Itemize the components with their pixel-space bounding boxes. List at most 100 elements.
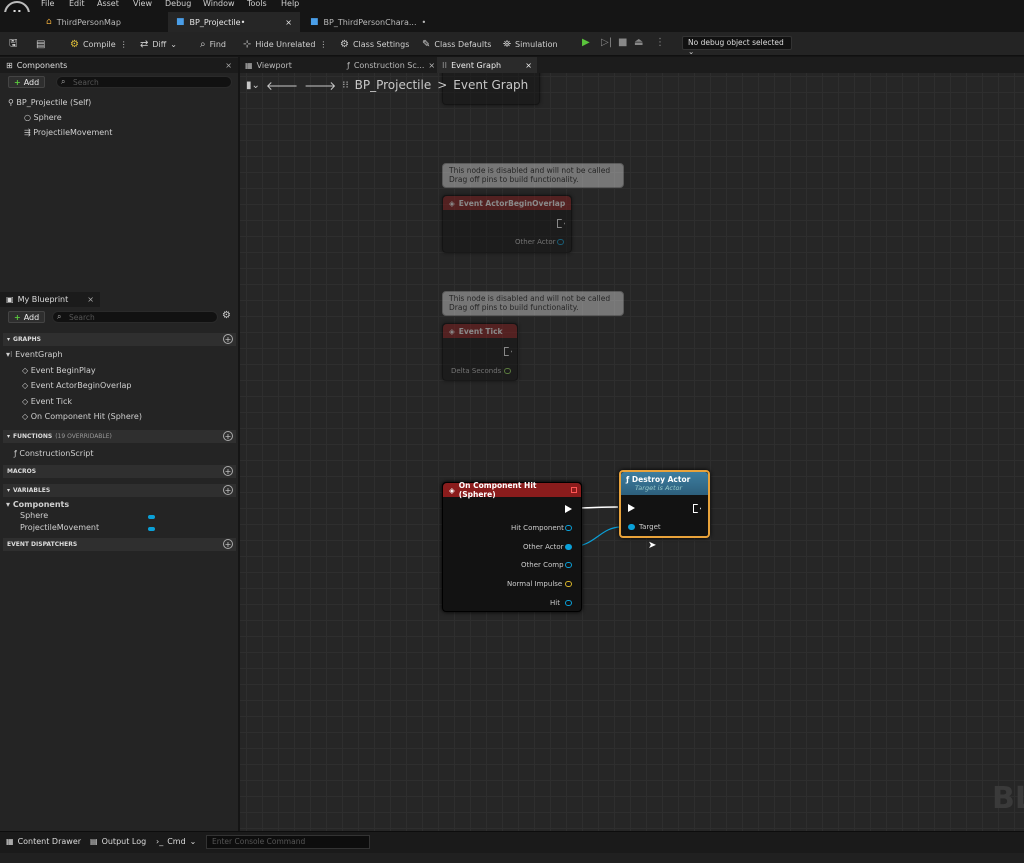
graph-icon: ▾⁝ — [6, 350, 13, 359]
menu-asset[interactable]: Asset — [97, 0, 119, 8]
log-icon: ▤ — [90, 837, 98, 846]
tab-construction-script[interactable]: ƒ Construction Sc... × — [342, 57, 440, 73]
other-actor-pin[interactable] — [565, 544, 572, 550]
tab-event-graph[interactable]: ⁝⁝ Event Graph × — [437, 57, 537, 73]
section-functions[interactable]: ▾ FUNCTIONS (19 OVERRIDABLE) + — [3, 430, 236, 443]
search-icon: ⌕ — [57, 312, 62, 321]
add-graph-icon[interactable]: + — [223, 334, 233, 344]
menu-debug[interactable]: Debug — [165, 0, 191, 8]
add-variable-icon[interactable]: + — [223, 485, 233, 495]
tab-thirdpersonmap[interactable]: ⌂ ThirdPersonMap — [38, 12, 129, 32]
section-event-dispatchers[interactable]: EVENT DISPATCHERS + — [3, 538, 236, 551]
tab-viewport[interactable]: ▦ Viewport — [240, 57, 297, 73]
more-icon[interactable]: ⋮ — [120, 40, 128, 49]
event-icon: ◇ — [22, 412, 29, 421]
variable-sphere[interactable]: Sphere — [20, 511, 48, 520]
object-type-pill — [148, 527, 155, 531]
mouse-cursor-icon: ➤ — [648, 540, 657, 551]
close-icon[interactable]: × — [285, 18, 292, 27]
close-icon[interactable]: × — [525, 61, 532, 70]
variable-projectilemovement[interactable]: ProjectileMovement — [20, 523, 99, 532]
menu-window[interactable]: Window — [203, 0, 235, 8]
exec-out-pin[interactable] — [693, 504, 701, 513]
output-log-button[interactable]: ▤ Output Log — [90, 837, 146, 846]
menu-help[interactable]: Help — [281, 0, 299, 8]
step-icon[interactable]: ▷| — [601, 37, 612, 48]
actor-icon: ⚲ — [8, 98, 14, 107]
hit-result-pin[interactable] — [565, 600, 572, 606]
section-variables[interactable]: ▾ VARIABLES + — [3, 484, 236, 497]
console-input[interactable]: Enter Console Command — [206, 835, 370, 849]
hide-unrelated-button[interactable]: ⊹ Hide Unrelated ⋮ — [243, 37, 327, 51]
tree-item-eventgraph[interactable]: ▾⁝ EventGraph — [6, 350, 63, 359]
play-icon[interactable]: ▶ — [582, 37, 590, 48]
add-dispatcher-icon[interactable]: + — [223, 539, 233, 549]
exec-in-pin[interactable] — [628, 504, 635, 512]
menu-file[interactable]: File — [41, 0, 54, 8]
debug-object-select[interactable]: No debug object selected ⌄ — [682, 36, 792, 56]
section-graphs[interactable]: ▾ GRAPHS + — [3, 333, 236, 346]
node-on-component-hit[interactable]: ◈ On Component Hit (Sphere) Hit Component… — [442, 481, 582, 612]
gear-icon[interactable]: ⚙ — [222, 310, 231, 321]
more-icon[interactable]: ⋮ — [655, 37, 665, 48]
add-component-button[interactable]: + Add — [8, 76, 46, 88]
search-icon: ⌕ — [200, 38, 206, 50]
tab-bp-projectile[interactable]: ■ BP_Projectile• × — [168, 12, 300, 32]
blueprint-icon: ■ — [176, 17, 185, 27]
close-icon[interactable]: × — [87, 295, 94, 304]
close-icon[interactable]: × — [428, 61, 435, 70]
components-search-input[interactable]: ⌕ Search — [56, 76, 232, 88]
node-destroy-actor[interactable]: ƒ Destroy Actor Target is Actor Target — [619, 470, 710, 538]
terminal-icon: ›_ — [156, 837, 164, 846]
chevron-down-icon: ▾ — [7, 433, 11, 440]
target-pin[interactable] — [628, 524, 635, 530]
hit-component-pin[interactable] — [565, 525, 572, 531]
close-icon[interactable]: × — [225, 61, 232, 70]
add-member-button[interactable]: + Add — [8, 311, 46, 323]
add-macro-icon[interactable]: + — [223, 466, 233, 476]
save-button[interactable]: 🖫 — [9, 37, 18, 51]
tree-item-projectilemovement[interactable]: ⇶ ProjectileMovement — [24, 128, 112, 137]
delegate-pin-icon[interactable] — [571, 487, 577, 493]
save-icon: 🖫 — [9, 37, 18, 49]
bookmark-icon[interactable]: ▮⌄ — [246, 80, 260, 91]
event-componenthit[interactable]: ◇ On Component Hit (Sphere) — [22, 412, 142, 421]
event-actorbeginoverlap[interactable]: ◇ Event ActorBeginOverlap — [22, 381, 131, 390]
stop-icon[interactable]: ■ — [618, 37, 627, 48]
class-settings-button[interactable]: ⚙ Class Settings — [340, 37, 409, 51]
compile-button[interactable]: ⚙ Compile ⋮ — [70, 37, 128, 51]
tab-bp-thirdpersoncharacter[interactable]: ■ BP_ThirdPersonChara... • — [302, 12, 434, 32]
cmd-select[interactable]: ›_ Cmd ⌄ — [156, 837, 196, 846]
event-tick[interactable]: ◇ Event Tick — [22, 397, 72, 406]
chevron-down-icon: ▾ — [7, 336, 11, 343]
event-graph-canvas[interactable]: This node is disabled and will not be ca… — [240, 73, 1024, 831]
normal-impulse-pin[interactable] — [565, 581, 572, 587]
diff-button[interactable]: ⇄ Diff ⌄ — [140, 37, 177, 51]
function-icon: ƒ — [14, 449, 17, 458]
graph-tabs: ▦ Viewport ƒ Construction Sc... × ⁝⁝ Event G… — [240, 57, 1024, 73]
tree-item-sphere[interactable]: ○ Sphere — [24, 113, 62, 122]
function-constructionscript[interactable]: ƒ ConstructionScript — [14, 449, 94, 458]
myblueprint-search-input[interactable]: ⌕ Search — [52, 311, 218, 323]
graph-icon: ⁝⁝ — [342, 79, 349, 91]
tree-item-self[interactable]: ⚲ BP_Projectile (Self) — [8, 98, 91, 107]
back-arrow-icon[interactable]: 🡐 — [266, 78, 298, 93]
class-defaults-button[interactable]: ✎ Class Defaults — [422, 37, 491, 51]
menu-edit[interactable]: Edit — [69, 0, 85, 8]
variables-category-components[interactable]: ▾ Components — [6, 500, 69, 509]
forward-arrow-icon[interactable]: 🡒 — [304, 78, 336, 93]
simulation-button[interactable]: ⛯ Simulation — [503, 37, 558, 51]
event-beginplay[interactable]: ◇ Event BeginPlay — [22, 366, 96, 375]
section-macros[interactable]: MACROS + — [3, 465, 236, 478]
menu-view[interactable]: View — [133, 0, 152, 8]
exec-out-pin[interactable] — [565, 505, 572, 513]
breadcrumb: ▮⌄ 🡐 🡒 ⁝⁝ BP_Projectile > Event Graph — [246, 78, 529, 93]
add-function-icon[interactable]: + — [223, 431, 233, 441]
other-comp-pin[interactable] — [565, 562, 572, 568]
more-icon[interactable]: ⋮ — [319, 40, 327, 49]
menu-tools[interactable]: Tools — [247, 0, 267, 8]
find-button[interactable]: ⌕ Find — [200, 37, 226, 51]
browse-button[interactable]: ▤ — [36, 37, 45, 51]
eject-icon[interactable]: ⏏ — [634, 37, 643, 48]
content-drawer-button[interactable]: ▦ Content Drawer — [6, 837, 81, 846]
